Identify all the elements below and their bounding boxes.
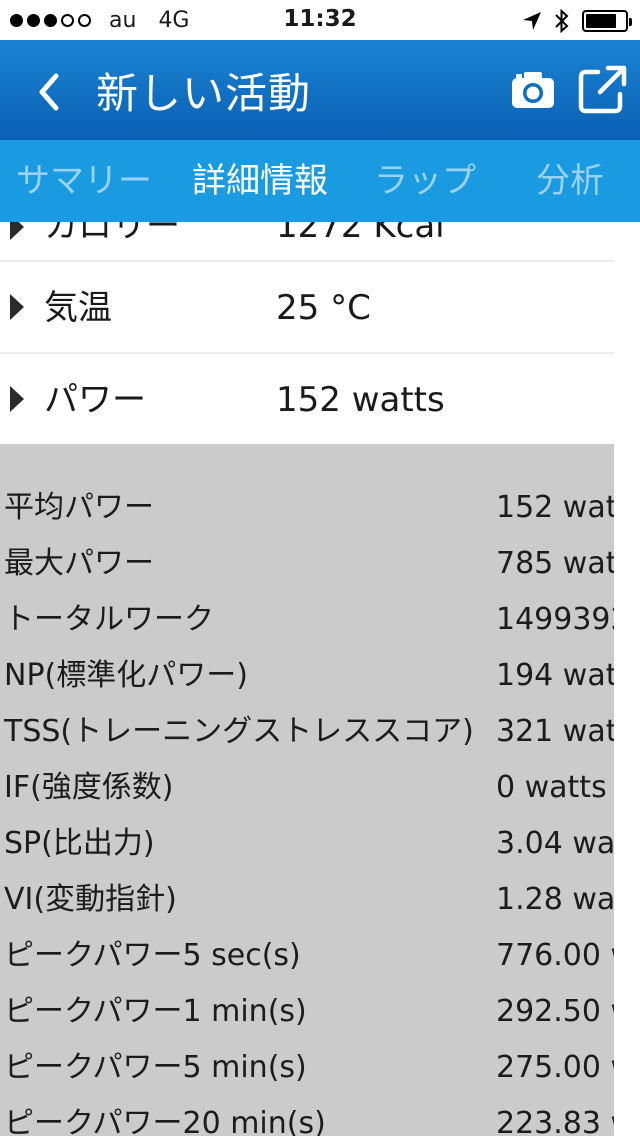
tab-analysis[interactable]: 分析 [536, 140, 604, 222]
power-detail-row: ピークパワー20 min(s)223.83 watts [0, 1096, 640, 1136]
share-button[interactable] [576, 62, 630, 116]
camera-icon [512, 72, 554, 108]
power-detail-row: TSS(トレーニングストレススコア) 321 watts [0, 704, 640, 760]
power-detail-label: TSS(トレーニングストレススコア) [4, 714, 474, 749]
power-detail-label: ピークパワー5 min(s) [4, 1050, 307, 1085]
chevron-left-icon [39, 73, 59, 111]
detail-row-calories[interactable]: カロリー 1272 Kcal [0, 222, 614, 262]
power-detail-row: SP(比出力) 3.04 watts [0, 816, 640, 872]
power-detail-label: ピークパワー5 sec(s) [4, 938, 301, 973]
power-detail-row: ピークパワー1 min(s)292.50 watts [0, 984, 640, 1040]
tab-summary[interactable]: サマリー [16, 140, 152, 222]
power-detail-row: IF(強度係数) 0 watts [0, 760, 640, 816]
power-details-panel: 平均パワー 152 watts 最大パワー 785 watts トータルワーク 14993… [0, 444, 640, 1136]
right-gutter [614, 222, 640, 444]
detail-label: カロリー [44, 222, 180, 246]
status-right [522, 8, 632, 34]
power-detail-row: ピークパワー5 sec(s)776.00 watts [0, 928, 640, 984]
expand-triangle-icon [10, 386, 24, 412]
power-detail-row: トータルワーク1499392 watts [0, 592, 640, 648]
detail-label: 気温 [44, 288, 112, 328]
power-detail-row: ピークパワー5 min(s)275.00 watts [0, 1040, 640, 1096]
bluetooth-icon [555, 8, 569, 34]
power-detail-row: NP(標準化パワー) 194 watts [0, 648, 640, 704]
battery-level [586, 14, 617, 28]
share-external-icon [578, 65, 627, 114]
detail-value: 152 watts [276, 380, 445, 420]
power-detail-label: VI(変動指針) [4, 882, 177, 917]
right-gutter [614, 444, 640, 1136]
power-detail-label: SP(比出力) [4, 826, 155, 861]
tab-bar: サマリー 詳細情報 ラップ 分析 [0, 140, 640, 222]
power-detail-label: 最大パワー [4, 546, 154, 581]
detail-row-temperature[interactable]: 気温 25 °C [0, 262, 614, 354]
status-bar: au 4G 11:32 [0, 0, 640, 40]
power-detail-label: 平均パワー [4, 490, 154, 525]
tab-laps[interactable]: ラップ [374, 140, 476, 222]
app-header: 新しい活動 [0, 40, 640, 140]
expand-triangle-icon [10, 294, 24, 320]
camera-button[interactable] [508, 64, 558, 114]
power-detail-row: 平均パワー 152 watts [0, 480, 640, 536]
back-button[interactable] [24, 64, 74, 120]
detail-value: 1272 Kcal [276, 222, 445, 246]
power-detail-row: 最大パワー 785 watts [0, 536, 640, 592]
power-detail-label: IF(強度係数) [4, 770, 174, 805]
power-detail-label: ピークパワー20 min(s) [4, 1106, 326, 1136]
detail-label: パワー [44, 380, 146, 420]
power-detail-label: NP(標準化パワー) [4, 658, 248, 693]
power-detail-label: ピークパワー1 min(s) [4, 994, 307, 1029]
power-detail-row: VI(変動指針) 1.28 watts [0, 872, 640, 928]
expand-triangle-icon [10, 222, 24, 240]
location-arrow-icon [523, 12, 541, 30]
detail-value: 25 °C [276, 288, 371, 328]
tab-details[interactable]: 詳細情報 [192, 140, 328, 222]
detail-row-power[interactable]: パワー 152 watts [0, 354, 614, 446]
power-detail-label: トータルワーク [4, 602, 214, 637]
battery-icon [582, 10, 632, 32]
page-title: 新しい活動 [96, 69, 312, 118]
detail-list: カロリー 1272 Kcal 気温 25 °C パワー 152 watts [0, 222, 614, 446]
